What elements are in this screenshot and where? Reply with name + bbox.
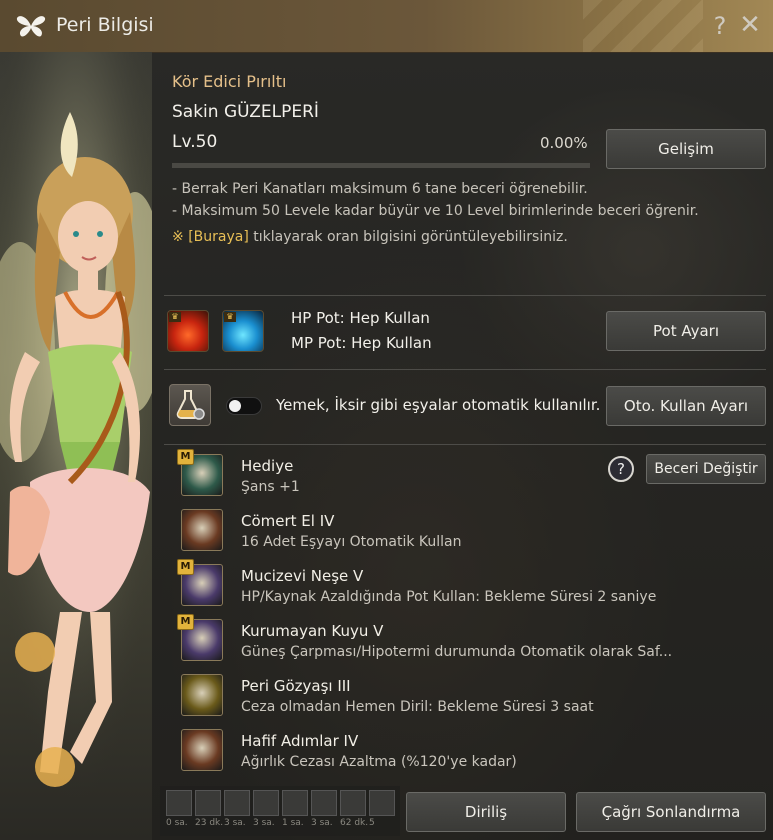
peri-portrait xyxy=(0,52,152,840)
info-note-skills: - Berrak Peri Kanatları maksimum 6 tane … xyxy=(172,181,588,197)
weight-icon[interactable] xyxy=(181,729,223,771)
info-note-rates: ※ [Buraya] tıklayarak oran bilgisini gör… xyxy=(172,229,568,245)
auto-use-settings-button[interactable]: Oto. Kullan Ayarı xyxy=(606,386,766,426)
buff-timer: 62 dk. xyxy=(340,818,369,828)
fairy-illustration xyxy=(0,52,152,840)
potion-settings-button[interactable]: Pot Ayarı xyxy=(606,311,766,351)
buff-timer: 23 dk. xyxy=(195,818,224,828)
mp-potion-setting: MP Pot: Hep Kullan xyxy=(291,334,432,352)
clover-icon[interactable]: M xyxy=(177,449,223,496)
buff-icon[interactable] xyxy=(224,790,250,816)
peri-rank: Kör Edici Pırıltı xyxy=(172,72,287,91)
skill-description: Şans +1 xyxy=(241,479,300,495)
buff-icon[interactable] xyxy=(166,790,192,816)
hp-potion-icon[interactable]: ♛ xyxy=(167,310,209,352)
buff-timer: 3 sa. xyxy=(311,818,333,828)
butterfly-icon xyxy=(16,16,46,37)
crown-icon: ♛ xyxy=(224,312,236,322)
info-note-levels: - Maksimum 50 Levele kadar büyür ve 10 L… xyxy=(172,203,699,219)
level-progress-bar xyxy=(172,163,590,168)
level-prefix: Lv. xyxy=(172,132,196,152)
buff-timer: 5 xyxy=(369,818,375,828)
skill-description: 16 Adet Eşyayı Otomatik Kullan xyxy=(241,534,462,550)
peri-level: Lv.50 xyxy=(172,132,217,152)
skill-name: Cömert El IV xyxy=(241,512,335,530)
buff-icon[interactable] xyxy=(369,790,395,816)
revive-button[interactable]: Diriliş xyxy=(406,792,566,832)
buff-timer: 3 sa. xyxy=(253,818,275,828)
note-suffix: tıklayarak oran bilgisini görüntüleyebil… xyxy=(248,229,568,245)
background-dim xyxy=(152,52,773,840)
peri-name: Sakin GÜZELPERİ xyxy=(172,102,319,122)
help-icon[interactable]: ? xyxy=(710,12,730,40)
skill-name: Mucizevi Neşe V xyxy=(241,567,364,585)
divider xyxy=(164,369,766,370)
auto-use-description: Yemek, İksir gibi eşyalar otomatik kulla… xyxy=(276,396,601,414)
note-mark: ※ xyxy=(172,229,189,245)
crown-icon: ♛ xyxy=(169,312,181,322)
buff-icon[interactable] xyxy=(253,790,279,816)
buff-timer: 1 sa. xyxy=(282,818,304,828)
skill-name: Hafif Adımlar IV xyxy=(241,732,359,750)
skill-name: Hediye xyxy=(241,457,294,475)
end-call-button[interactable]: Çağrı Sonlandırma xyxy=(576,792,766,832)
title-bar-ornament xyxy=(583,0,703,52)
buff-icon[interactable] xyxy=(195,790,221,816)
skill-description: Ağırlık Cezası Azaltma (%120'ye kadar) xyxy=(241,754,517,770)
auto-use-flask-icon xyxy=(169,384,211,426)
hp-potion-setting: HP Pot: Hep Kullan xyxy=(291,309,430,327)
buff-icon[interactable] xyxy=(282,790,308,816)
peri-info-window: Peri Bilgisi ? ✕ Kör Edici Pırıltı Sakin… xyxy=(0,0,773,840)
mastery-badge: M xyxy=(177,559,194,575)
change-skill-button[interactable]: Beceri Değiştir xyxy=(646,454,766,484)
buff-icon[interactable] xyxy=(311,790,337,816)
skill-name: Kurumayan Kuyu V xyxy=(241,622,384,640)
skill-description: Ceza olmadan Hemen Diril: Bekleme Süresi… xyxy=(241,699,594,715)
potion-bottle-icon[interactable]: M xyxy=(177,559,223,606)
mastery-badge: M xyxy=(177,614,194,630)
level-progress-text: 0.00% xyxy=(540,134,588,152)
skill-description: Güneş Çarpması/Hipotermi durumunda Otoma… xyxy=(241,644,673,660)
buff-timer: 3 sa. xyxy=(224,818,246,828)
fairy-icon[interactable] xyxy=(181,509,223,551)
mp-potion-icon[interactable]: ♛ xyxy=(222,310,264,352)
skills-help-icon[interactable]: ? xyxy=(608,456,634,482)
buff-timer: 0 sa. xyxy=(166,818,188,828)
close-icon[interactable]: ✕ xyxy=(738,10,762,40)
divider xyxy=(164,295,766,296)
winged-tear-icon[interactable] xyxy=(181,674,223,716)
skill-name: Peri Gözyaşı III xyxy=(241,677,351,695)
auto-use-toggle[interactable] xyxy=(226,397,262,415)
mastery-badge: M xyxy=(177,449,194,465)
title-bar[interactable]: Peri Bilgisi ? ✕ xyxy=(0,0,773,53)
buff-bar: 0 sa. 23 dk. 3 sa. 3 sa. 1 sa. 3 sa. 62 dk. 5 xyxy=(160,786,400,836)
bowl-icon[interactable]: M xyxy=(177,614,223,661)
rates-link[interactable]: [Buraya] xyxy=(188,229,249,245)
skill-description: HP/Kaynak Azaldığında Pot Kullan: Beklem… xyxy=(241,589,657,605)
divider xyxy=(164,444,766,445)
toggle-knob xyxy=(229,400,241,412)
buff-icon[interactable] xyxy=(340,790,366,816)
window-title: Peri Bilgisi xyxy=(56,14,154,36)
level-value: 50 xyxy=(195,132,218,152)
upgrade-button[interactable]: Gelişim xyxy=(606,129,766,169)
